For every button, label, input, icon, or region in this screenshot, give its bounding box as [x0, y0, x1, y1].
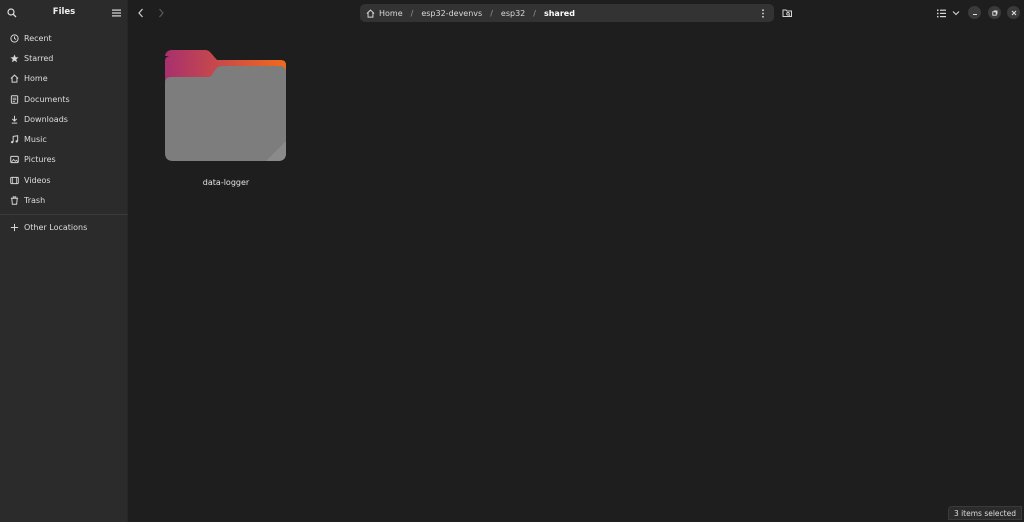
breadcrumb-esp32[interactable]: esp32 — [501, 9, 525, 18]
more-vertical-icon — [762, 8, 764, 18]
folder-name: data-logger — [202, 178, 250, 187]
header-bar: Home / esp32-devenvs / esp32 / shared — [129, 0, 1024, 26]
folder-item[interactable]: data-logger — [162, 47, 290, 193]
folder-search-icon — [782, 9, 792, 17]
sidebar-header: Files — [0, 0, 128, 26]
sidebar-item-documents[interactable]: Documents — [5, 90, 123, 108]
sidebar-item-videos[interactable]: Videos — [5, 171, 123, 189]
home-icon — [10, 73, 19, 83]
minimize-icon — [972, 13, 977, 15]
breadcrumb-esp32-devenvs[interactable]: esp32-devenvs — [421, 9, 482, 18]
folder-icon — [165, 50, 286, 161]
breadcrumb-shared[interactable]: shared — [544, 9, 575, 18]
forward-button[interactable] — [153, 5, 169, 21]
sidebar: Files Recent Starred Home Documents Down… — [0, 0, 128, 522]
back-button[interactable] — [133, 5, 149, 21]
sidebar-item-label: Music — [24, 134, 47, 144]
sidebar-item-home[interactable]: Home — [5, 69, 123, 87]
path-menu-button[interactable] — [756, 6, 770, 20]
sidebar-item-label: Pictures — [24, 154, 56, 164]
sidebar-item-other-locations[interactable]: Other Locations — [5, 218, 123, 236]
breadcrumb-separator: / — [410, 8, 414, 18]
breadcrumb-separator: / — [533, 8, 536, 18]
view-options-button[interactable] — [948, 5, 964, 21]
chevron-down-icon — [952, 11, 960, 16]
sidebar-item-label: Trash — [24, 195, 46, 205]
sidebar-divider — [0, 214, 128, 215]
sidebar-item-recent[interactable]: Recent — [5, 29, 123, 47]
breadcrumb-separator: / — [490, 8, 493, 18]
minimize-button[interactable] — [968, 6, 981, 19]
restore-icon — [991, 10, 997, 16]
video-icon — [10, 176, 19, 184]
sidebar-item-pictures[interactable]: Pictures — [5, 150, 123, 168]
sidebar-item-label: Downloads — [24, 114, 68, 124]
sidebar-item-label: Documents — [24, 94, 70, 104]
status-badge: 3 items selected — [947, 506, 1022, 520]
main-menu-button[interactable] — [109, 6, 123, 20]
document-icon — [10, 94, 19, 104]
sidebar-item-label: Starred — [24, 53, 54, 63]
chevron-right-icon — [159, 8, 164, 18]
list-view-icon — [936, 9, 946, 17]
home-icon — [366, 8, 375, 18]
path-bar: Home / esp32-devenvs / esp32 / shared — [360, 4, 774, 22]
close-icon — [1011, 10, 1016, 15]
breadcrumb-home[interactable]: Home — [366, 9, 403, 18]
sidebar-item-downloads[interactable]: Downloads — [5, 110, 123, 128]
maximize-button[interactable] — [988, 6, 1001, 19]
sidebar-item-music[interactable]: Music — [5, 130, 123, 148]
chevron-left-icon — [138, 8, 143, 18]
hamburger-menu-icon — [111, 9, 121, 17]
breadcrumb-label: Home — [379, 8, 403, 18]
open-folder-search-button[interactable] — [779, 5, 795, 21]
sidebar-item-trash[interactable]: Trash — [5, 191, 123, 209]
sidebar-item-starred[interactable]: Starred — [5, 49, 123, 67]
music-icon — [10, 134, 19, 143]
view-list-button[interactable] — [933, 5, 949, 21]
download-icon — [11, 115, 18, 124]
picture-icon — [10, 155, 19, 163]
file-view[interactable]: data-logger — [129, 26, 1024, 522]
star-icon — [10, 54, 19, 62]
sidebar-item-label: Videos — [24, 175, 51, 185]
sidebar-item-label: Recent — [24, 33, 52, 43]
plus-icon — [10, 223, 19, 231]
close-button[interactable] — [1007, 6, 1020, 19]
sidebar-item-label: Other Locations — [24, 222, 88, 232]
trash-icon — [10, 195, 19, 205]
clock-icon — [10, 33, 19, 43]
sidebar-item-label: Home — [24, 73, 48, 83]
